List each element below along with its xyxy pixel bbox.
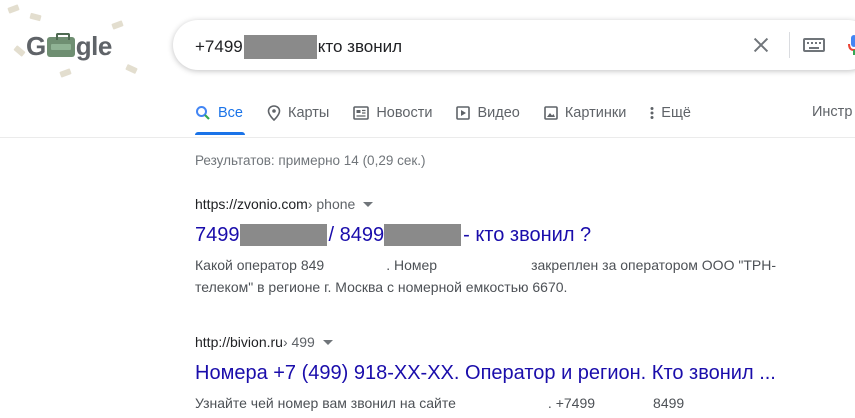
title-part: / 8499 xyxy=(328,223,385,246)
image-icon xyxy=(544,106,558,120)
result-snippet: Узнайте чей номер вам звонил на сайте . +… xyxy=(195,392,835,414)
snippet-part: . +7499 xyxy=(547,395,596,411)
tab-label: Видео xyxy=(477,105,520,121)
briefcase-doodle-icon xyxy=(46,32,75,57)
title-part: 7499 xyxy=(195,223,240,246)
tab-all[interactable]: Все xyxy=(195,102,243,124)
tab-label: Все xyxy=(218,105,243,121)
chevron-down-icon[interactable] xyxy=(363,201,374,207)
doodle-confetti xyxy=(7,4,20,14)
doodle-confetti xyxy=(13,45,26,57)
snippet-part: Какой оператор 849 xyxy=(195,257,325,273)
video-icon xyxy=(456,106,471,120)
doodle-confetti xyxy=(125,63,138,75)
tab-label: Ещё xyxy=(661,105,691,121)
snippet-part: Узнайте чей номер вам звонил на сайте xyxy=(195,395,456,411)
tab-video[interactable]: Видео xyxy=(456,102,520,124)
redaction-block xyxy=(239,224,327,246)
tab-news[interactable]: Новости xyxy=(353,102,432,124)
tab-label: Картинки xyxy=(564,105,627,121)
microphone-icon[interactable] xyxy=(848,35,855,55)
snippet-part: закреплен за оператором ООО "ТРН- xyxy=(531,257,776,273)
result-url[interactable]: https://zvonio.com › phone xyxy=(195,195,855,213)
search-input[interactable]: +7499 кто звонил xyxy=(195,35,402,59)
result-path: › 499 xyxy=(282,334,315,350)
result-title-link[interactable]: Номера +7 (499) 918-XX-XX. Оператор и ре… xyxy=(195,360,855,386)
chevron-down-icon[interactable] xyxy=(322,339,333,345)
search-query-suffix: кто звонил xyxy=(317,37,403,56)
tabs-divider xyxy=(0,137,855,138)
redaction-block xyxy=(243,35,317,59)
result-title-link[interactable]: 7499 / 8499 - кто звонил ? xyxy=(195,222,855,248)
clear-icon[interactable] xyxy=(750,34,772,56)
tab-label: Карты xyxy=(288,105,330,121)
redaction-block xyxy=(384,224,462,246)
tab-images[interactable]: Картинки xyxy=(544,102,626,124)
google-logo-area[interactable]: G gle xyxy=(0,0,160,85)
result-domain: https://zvonio.com xyxy=(195,196,308,212)
tab-maps[interactable]: Карты xyxy=(267,102,329,124)
snippet-part: . Номер xyxy=(386,257,438,273)
search-box[interactable]: +7499 кто звонил xyxy=(173,20,855,70)
result-url[interactable]: http://bivion.ru › 499 xyxy=(195,333,855,351)
search-result: http://bivion.ru › 499 Номера +7 (499) 9… xyxy=(195,333,855,414)
search-divider xyxy=(789,32,790,58)
tab-more[interactable]: Ещё xyxy=(650,102,691,124)
search-icon xyxy=(196,106,210,120)
news-icon xyxy=(353,106,370,120)
snippet-part: 8499 xyxy=(653,395,685,411)
logo-letter-g: G xyxy=(26,31,46,61)
doodle-confetti xyxy=(111,20,124,30)
logo-letters-gle: gle xyxy=(75,31,113,61)
google-doodle-logo[interactable]: G gle xyxy=(26,31,112,62)
map-pin-icon xyxy=(267,105,281,121)
search-tabs: Все Карты Новости Видео Картинки Ещё xyxy=(195,102,715,138)
active-tab-indicator xyxy=(195,132,245,135)
result-domain: http://bivion.ru xyxy=(195,334,283,350)
more-vert-icon xyxy=(650,107,654,119)
search-query-prefix: +7499 xyxy=(195,37,243,56)
result-snippet: Какой оператор 849 . Номер закреплен за оп… xyxy=(195,254,835,298)
keyboard-icon[interactable] xyxy=(803,38,825,52)
result-stats: Результатов: примерно 14 (0,29 сек.) xyxy=(195,153,426,168)
search-result: https://zvonio.com › phone 7499 / 8499 -… xyxy=(195,195,855,298)
snippet-part: телеком" в регионе г. Москва с номерной … xyxy=(195,279,568,295)
title-part: - кто звонил ? xyxy=(463,223,592,246)
doodle-confetti xyxy=(29,12,42,22)
tools-button[interactable]: Инстр xyxy=(812,104,852,120)
doodle-confetti xyxy=(59,68,72,78)
tab-label: Новости xyxy=(376,105,433,121)
result-path: › phone xyxy=(307,196,356,212)
